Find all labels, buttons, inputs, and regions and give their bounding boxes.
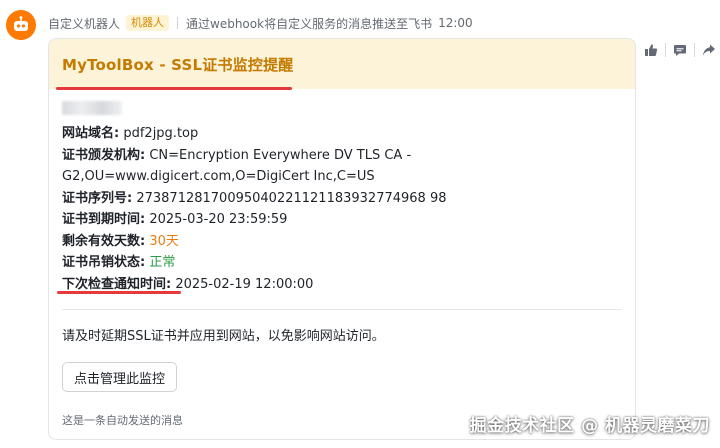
- message-toolbar: [641, 38, 719, 62]
- row-label: 剩余有效天数:: [62, 233, 146, 249]
- row-label: 证书序列号:: [62, 190, 133, 206]
- bot-badge: 机器人: [126, 15, 170, 31]
- toolbar-divider: [694, 43, 695, 57]
- renewal-notice: 请及时延期SSL证书并应用到网站，以免影响网站访问。: [62, 329, 385, 344]
- sender-name[interactable]: 自定义机器人: [48, 15, 120, 32]
- row-issuer: 证书颁发机构: CN=Encryption Everywhere DV TLS …: [62, 145, 422, 188]
- row-expiry: 证书到期时间: 2025-03-20 23:59:59: [62, 209, 622, 231]
- message-time: 12:00: [438, 16, 473, 30]
- message-card: MyToolBox - SSL证书监控提醒 网站域名: pdf2jpg.top …: [48, 38, 636, 440]
- row-value: 2025-02-19 12:00:00: [175, 276, 314, 292]
- highlight-underline: [57, 291, 181, 294]
- row-label: 证书吊销状态:: [62, 255, 146, 270]
- auto-message-note: 这是一条自动发送的消息: [62, 414, 183, 427]
- comment-icon[interactable]: [670, 40, 690, 60]
- bot-avatar[interactable]: [6, 10, 36, 40]
- revocation-status-value: 正常: [149, 255, 176, 270]
- row-label: 下次检查通知时间:: [62, 276, 172, 292]
- row-domain: 网站域名: pdf2jpg.top: [62, 123, 622, 145]
- row-value: 27387128170095040221121183932774968 98: [136, 190, 447, 206]
- row-label: 证书到期时间:: [62, 212, 146, 227]
- row-value: 2025-03-20 23:59:59: [149, 212, 288, 227]
- row-remaining-days: 剩余有效天数: 30天: [62, 231, 622, 253]
- sender-description: 通过webhook将自定义服务的消息推送至飞书: [186, 16, 433, 31]
- toolbar-divider: [665, 43, 666, 57]
- header-divider: [177, 17, 179, 29]
- share-icon[interactable]: [699, 40, 719, 60]
- card-header: MyToolBox - SSL证书监控提醒: [49, 39, 635, 89]
- remaining-days-value: 30天: [149, 233, 179, 249]
- thumbs-up-icon[interactable]: [641, 40, 661, 60]
- row-revocation: 证书吊销状态: 正常: [62, 252, 622, 274]
- title-highlight-underline: [56, 87, 292, 90]
- chat-message: 自定义机器人 机器人 通过webhook将自定义服务的消息推送至飞书 12:00…: [0, 0, 720, 448]
- watermark: 掘金技术社区 @ 机器灵磨菜刀: [469, 416, 710, 436]
- card-divider: [62, 309, 622, 310]
- row-label: 网站域名:: [62, 126, 120, 141]
- card-title: MyToolBox - SSL证书监控提醒: [62, 55, 294, 74]
- row-label: 证书颁发机构:: [62, 147, 146, 163]
- robot-icon: [14, 16, 28, 31]
- row-serial: 证书序列号: 273871281700950402211211839327749…: [62, 188, 622, 210]
- card-body: 网站域名: pdf2jpg.top 证书颁发机构: CN=Encryption …: [49, 89, 635, 295]
- manage-monitor-button[interactable]: 点击管理此监控: [62, 362, 178, 392]
- row-value: pdf2jpg.top: [123, 126, 199, 141]
- message-header: 自定义机器人 机器人 通过webhook将自定义服务的消息推送至飞书 12:00: [48, 14, 473, 32]
- redacted-line: [62, 101, 122, 115]
